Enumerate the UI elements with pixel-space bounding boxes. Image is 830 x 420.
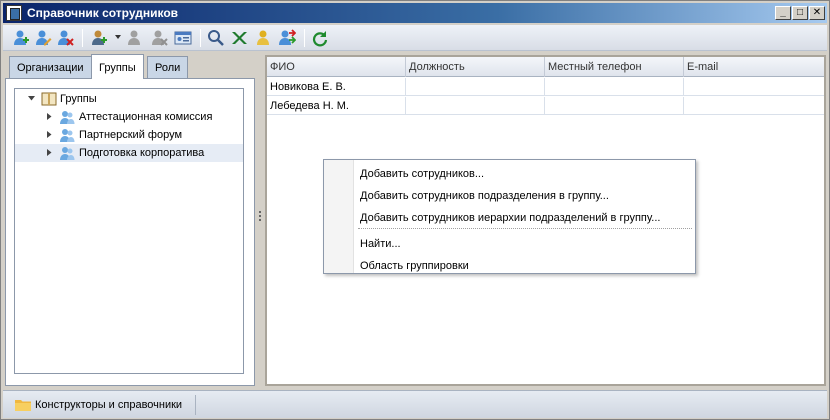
folder-icon — [15, 400, 31, 411]
transfer-icon[interactable] — [277, 28, 297, 48]
group-icon — [60, 147, 75, 160]
expand-icon[interactable] — [45, 112, 54, 121]
menu-item-add-hierarchy-employees[interactable]: Добавить сотрудников иерархии подразделе… — [360, 207, 660, 227]
cell-position — [406, 97, 545, 115]
collapse-icon[interactable] — [27, 94, 36, 103]
tree-item-label: Подготовка корпоратива — [79, 147, 205, 159]
add-user-dropdown-icon[interactable] — [89, 28, 109, 48]
edit-employee-icon[interactable] — [33, 28, 53, 48]
menu-separator — [358, 228, 692, 229]
cell-phone — [545, 97, 684, 115]
minimize-button[interactable]: _ — [775, 6, 791, 20]
tab-roles[interactable]: Роли — [147, 56, 189, 78]
book-icon — [41, 92, 57, 106]
context-menu-gutter — [324, 160, 354, 273]
delete-employee-icon[interactable] — [55, 28, 75, 48]
user-badge-icon[interactable] — [253, 28, 273, 48]
title-bar[interactable]: Справочник сотрудников _ □ ✕ — [3, 3, 827, 23]
user-disabled-icon — [125, 28, 145, 48]
group-icon — [60, 111, 75, 124]
tree-item-selected[interactable]: Подготовка корпоратива — [15, 144, 243, 162]
expand-icon[interactable] — [45, 130, 54, 139]
column-header-position[interactable]: Должность — [406, 57, 545, 77]
chevron-down-icon[interactable] — [115, 35, 121, 39]
card-icon[interactable] — [173, 28, 193, 48]
context-menu: Добавить сотрудников... Добавить сотрудн… — [323, 159, 696, 274]
group-icon — [60, 129, 75, 142]
cell-position — [406, 78, 545, 96]
toolbar — [3, 25, 827, 51]
add-employee-icon[interactable] — [11, 28, 31, 48]
cell-fio: Лебедева Н. М. — [267, 97, 406, 115]
task-button-constructors[interactable]: Конструкторы и справочники — [11, 395, 196, 415]
groups-tree[interactable]: Группы Аттестационная комиссия Партнерск… — [14, 88, 244, 374]
app-icon — [6, 5, 22, 21]
tree-item-label: Партнерский форум — [79, 129, 183, 141]
expand-icon[interactable] — [45, 148, 54, 157]
tree-item[interactable]: Аттестационная комиссия — [15, 108, 243, 126]
column-header-fio[interactable]: ФИО — [267, 57, 406, 77]
pane-splitter[interactable] — [259, 211, 262, 225]
task-button-label: Конструкторы и справочники — [35, 399, 183, 411]
tree-root-label: Группы — [60, 93, 97, 105]
tree-item-label: Аттестационная комиссия — [79, 111, 213, 123]
tab-panel: Группы Аттестационная комиссия Партнерск… — [5, 78, 255, 386]
tree-root[interactable]: Группы — [15, 90, 243, 108]
main-window: Справочник сотрудников _ □ ✕ Организации… — [0, 0, 830, 420]
cell-fio: Новикова Е. В. — [267, 78, 406, 96]
menu-item-find[interactable]: Найти... — [360, 233, 401, 253]
maximize-button[interactable]: □ — [792, 6, 808, 20]
tab-groups[interactable]: Группы — [91, 54, 144, 79]
cell-phone — [545, 78, 684, 96]
bottom-bar: Конструкторы и справочники — [3, 390, 827, 418]
tree-item[interactable]: Партнерский форум — [15, 126, 243, 144]
search-icon[interactable] — [206, 28, 226, 48]
cell-email — [684, 78, 824, 96]
user-remove-disabled-icon — [149, 28, 169, 48]
menu-item-grouping-area[interactable]: Область группировки — [360, 255, 469, 275]
menu-item-add-employees[interactable]: Добавить сотрудников... — [360, 163, 484, 183]
window-title: Справочник сотрудников — [27, 6, 179, 20]
cell-email — [684, 97, 824, 115]
table-row[interactable]: Новикова Е. В. — [267, 78, 824, 96]
tab-organizations[interactable]: Организации — [9, 56, 92, 78]
left-pane: Организации Группы Роли Группы Аттестаци… — [5, 54, 255, 386]
menu-item-add-department-employees[interactable]: Добавить сотрудников подразделения в гру… — [360, 185, 609, 205]
refresh-icon[interactable] — [310, 28, 330, 48]
close-button[interactable]: ✕ — [809, 6, 825, 20]
table-row[interactable]: Лебедева Н. М. — [267, 97, 824, 115]
column-header-email[interactable]: E-mail — [684, 57, 824, 77]
column-header-phone[interactable]: Местный телефон — [545, 57, 684, 77]
grid-header: ФИО Должность Местный телефон E-mail — [267, 57, 824, 77]
excel-export-icon[interactable] — [229, 28, 249, 48]
